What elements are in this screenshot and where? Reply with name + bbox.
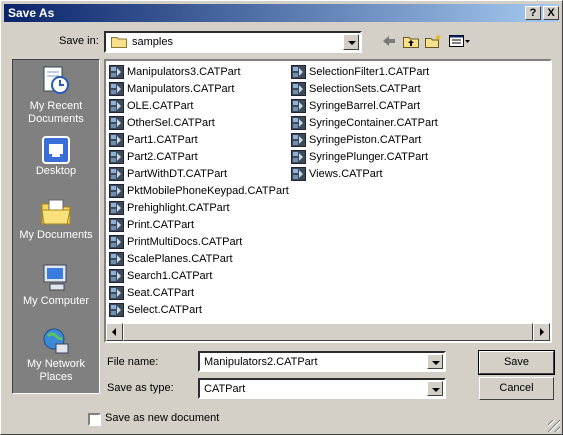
file-item-name: Select.CATPart	[127, 304, 202, 316]
my-documents-icon	[41, 199, 71, 225]
file-item-name: PktMobilePhoneKeypad.CATPart	[127, 185, 289, 197]
place-label: My Computer	[22, 295, 90, 307]
catpart-file-icon	[109, 286, 124, 300]
place-label: My Documents	[19, 229, 93, 241]
file-item-name: Prehighlight.CATPart	[127, 202, 230, 214]
file-item-name: Print.CATPart	[127, 219, 195, 231]
file-item-name: SyringeContainer.CATPart	[309, 117, 438, 129]
scroll-right-icon[interactable]	[533, 323, 550, 341]
file-item-name: ScalePlanes.CATPart	[127, 253, 233, 265]
catpart-file-icon	[291, 167, 306, 181]
help-button[interactable]: ?	[525, 6, 541, 20]
chevron-down-icon[interactable]	[427, 381, 443, 396]
place-desktop[interactable]: Desktop	[13, 132, 99, 184]
file-item-name: Search1.CATPart	[127, 270, 213, 282]
file-item-name: Views.CATPart	[309, 168, 383, 180]
place-my-recent-documents[interactable]: My Recent Documents	[13, 62, 99, 128]
file-item-name: SyringePlunger.CATPart	[309, 151, 429, 163]
catpart-file-icon	[109, 99, 124, 113]
catpart-file-icon	[291, 65, 306, 79]
file-name-label: File name:	[107, 356, 159, 368]
place-label: My Network Places	[26, 358, 86, 383]
recent-documents-icon	[43, 66, 69, 94]
back-arrow-icon[interactable]	[379, 33, 399, 51]
place-label: My Recent Documents	[28, 100, 84, 125]
catpart-file-icon	[291, 82, 306, 96]
file-list-items: Manipulators3.CATPart Manipulators.CATPar…	[106, 61, 550, 323]
file-item-name: OtherSel.CATPart	[127, 117, 215, 129]
places-bar: My Recent Documents Desktop My Documents	[12, 59, 100, 394]
catpart-file-icon	[109, 269, 124, 283]
place-my-documents[interactable]: My Documents	[13, 194, 99, 246]
up-one-level-icon[interactable]	[401, 33, 421, 51]
place-my-network-places[interactable]: My Network Places	[13, 324, 99, 390]
catpart-file-icon	[291, 150, 306, 164]
my-computer-icon	[43, 264, 67, 291]
catpart-file-icon	[291, 99, 306, 113]
file-list[interactable]: Manipulators3.CATPart Manipulators.CATPar…	[104, 59, 552, 343]
horizontal-scrollbar[interactable]	[106, 323, 550, 341]
save-button[interactable]: Save	[478, 350, 555, 375]
catpart-file-icon	[109, 82, 124, 96]
network-places-icon	[43, 328, 69, 354]
save-as-new-document-label: Save as new document	[105, 412, 220, 424]
close-button[interactable]: X	[543, 6, 559, 20]
scrollbar-thumb[interactable]	[123, 323, 533, 341]
catpart-file-icon	[291, 116, 306, 130]
file-item-name: PartWithDT.CATPart	[127, 168, 228, 180]
file-item-name: SelectionFilter1.CATPart	[309, 66, 430, 78]
file-item-name: Manipulators3.CATPart	[127, 66, 241, 78]
file-name-value: Manipulators2.CATPart	[204, 356, 318, 368]
file-item-name: SyringePiston.CATPart	[309, 134, 422, 146]
place-label: Desktop	[35, 165, 77, 177]
save-in-label: Save in:	[59, 35, 99, 47]
file-item-name: Part1.CATPart	[127, 134, 198, 146]
window-title: Save As	[8, 6, 55, 20]
file-item-name: PrintMultiDocs.CATPart	[127, 236, 243, 248]
chevron-down-icon[interactable]	[343, 34, 359, 50]
catpart-file-icon	[109, 201, 124, 215]
file-item-name: OLE.CATPart	[127, 100, 194, 112]
save-as-new-document-checkbox[interactable]	[88, 413, 101, 426]
catpart-file-icon	[109, 116, 124, 130]
place-my-computer[interactable]: My Computer	[13, 260, 99, 312]
file-item-name: Seat.CATPart	[127, 287, 195, 299]
desktop-icon	[42, 136, 70, 164]
cancel-button[interactable]: Cancel	[479, 377, 554, 400]
catpart-file-icon	[109, 218, 124, 232]
resize-grip[interactable]	[548, 420, 560, 432]
catpart-file-icon	[109, 133, 124, 147]
save-in-dropdown[interactable]: samples	[104, 31, 362, 53]
view-menu-icon[interactable]	[447, 33, 473, 51]
catpart-file-icon	[109, 184, 124, 198]
catpart-file-icon	[109, 150, 124, 164]
catpart-file-icon	[109, 65, 124, 79]
save-in-value: samples	[132, 36, 173, 48]
catpart-file-icon	[291, 133, 306, 147]
file-item-name: SelectionSets.CATPart	[309, 83, 421, 95]
chevron-down-icon[interactable]	[427, 354, 443, 369]
catpart-file-icon	[109, 252, 124, 266]
save-as-dialog: Save As ? X Save in: samples My Recent D…	[0, 0, 563, 435]
save-as-type-dropdown[interactable]: CATPart	[198, 378, 446, 399]
file-item-name: Part2.CATPart	[127, 151, 198, 163]
scroll-left-icon[interactable]	[106, 323, 123, 341]
folder-icon	[111, 37, 127, 48]
new-folder-icon[interactable]	[423, 33, 443, 51]
catpart-file-icon	[109, 303, 124, 317]
file-item-name: SyringeBarrel.CATPart	[309, 100, 421, 112]
save-as-type-value: CATPart	[204, 383, 246, 395]
file-item-name: Manipulators.CATPart	[127, 83, 235, 95]
catpart-file-icon	[109, 235, 124, 249]
save-as-type-label: Save as type:	[107, 382, 174, 394]
file-name-field[interactable]: Manipulators2.CATPart	[198, 351, 446, 372]
title-bar[interactable]: Save As ? X	[4, 4, 559, 22]
catpart-file-icon	[109, 167, 124, 181]
